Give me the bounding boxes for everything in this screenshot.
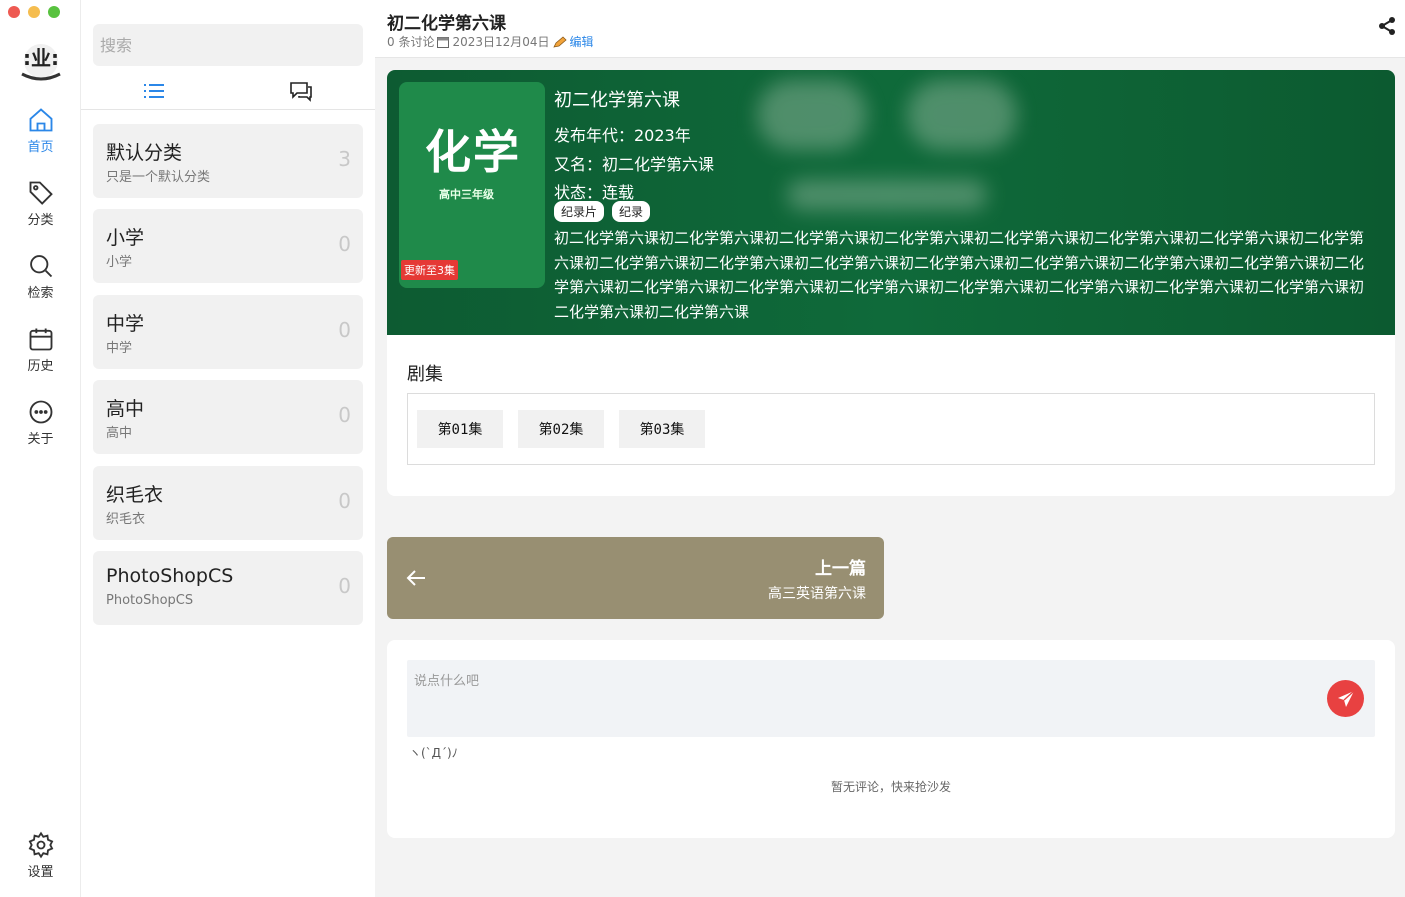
- search-icon: [29, 255, 52, 278]
- paper-plane-icon: [1337, 689, 1354, 707]
- poster-subtitle: 高中三年级: [439, 188, 494, 201]
- poster-title: 化学: [425, 125, 521, 179]
- window-controls: [8, 6, 60, 18]
- hero-backdrop-blur: [757, 80, 867, 150]
- episodes-heading: 剧集: [407, 364, 443, 385]
- synopsis: 初二化学第六课初二化学第六课初二化学第六课初二化学第六课初二化学第六课初二化学第…: [554, 229, 1365, 321]
- episode-button[interactable]: 第02集: [518, 410, 604, 448]
- nav-label-home: 首页: [27, 140, 54, 155]
- category-card[interactable]: 高中 高中 0: [93, 380, 363, 454]
- nav-label-about: 关于: [27, 432, 54, 447]
- chat-dots-icon: [29, 400, 52, 424]
- poster-image: 化学 高中三年级 更新至3集: [399, 82, 545, 288]
- nav-label-settings: 设置: [27, 865, 54, 880]
- category-name: 高中: [106, 398, 145, 420]
- episode-button[interactable]: 第01集: [417, 410, 503, 448]
- category-desc: 小学: [106, 255, 133, 270]
- tag-icon: [29, 181, 53, 205]
- update-badge: 更新至3集: [401, 260, 458, 280]
- category-desc: 高中: [106, 426, 133, 441]
- category-card[interactable]: 默认分类 只是一个默认分类 3: [93, 124, 363, 198]
- maximize-window-button[interactable]: [48, 6, 60, 18]
- episode-list: 第01集 第02集 第03集: [407, 393, 1375, 465]
- category-panel: 默认分类 只是一个默认分类 3 小学 小学 0 中学 中学 0 高中 高中 0 …: [81, 0, 375, 897]
- app-window: :业: 首页 分类 检索 历史 关于 设置 搜索 默认分类 只是一个默认分类 3…: [0, 0, 1405, 897]
- category-desc: PhotoShopCS: [106, 593, 194, 608]
- category-name: PhotoShopCS: [106, 565, 234, 587]
- category-card[interactable]: 织毛衣 织毛衣 0: [93, 466, 363, 540]
- category-desc: 织毛衣: [106, 512, 146, 527]
- emoji-picker[interactable]: ヽ(ˋДˊ)ﾉ: [409, 744, 458, 761]
- hero-banner: 化学 高中三年级 更新至3集 初二化学第六课 发布年代：2023年 又名：初二化…: [387, 70, 1395, 335]
- nav-home[interactable]: 首页: [0, 106, 81, 155]
- hero-backdrop-blur: [907, 80, 1017, 150]
- tag-badge[interactable]: 纪录: [612, 201, 651, 222]
- category-card[interactable]: PhotoShopCS PhotoShopCS 0: [93, 551, 363, 625]
- page-title: 初二化学第六课: [387, 14, 506, 34]
- detail-title: 初二化学第六课: [554, 90, 680, 111]
- category-name: 中学: [106, 313, 145, 335]
- nav-search[interactable]: 检索: [0, 252, 81, 301]
- detail-card: 化学 高中三年级 更新至3集 初二化学第六课 发布年代：2023年 又名：初二化…: [387, 70, 1395, 496]
- category-desc: 只是一个默认分类: [106, 170, 211, 185]
- send-comment-button[interactable]: [1327, 680, 1364, 717]
- detail-year: 发布年代：2023年: [554, 126, 691, 145]
- nav-about[interactable]: 关于: [0, 398, 81, 447]
- category-name: 织毛衣: [106, 484, 164, 506]
- category-card[interactable]: 小学 小学 0: [93, 209, 363, 283]
- comment-input[interactable]: [407, 660, 1375, 737]
- header: 初二化学第六课 0 条讨论 2023日12月04日 编辑: [375, 0, 1405, 58]
- tab-list[interactable]: [134, 76, 174, 106]
- svg-text::业:: :业:: [23, 46, 59, 70]
- previous-title: 高三英语第六课: [768, 586, 866, 602]
- gear-icon: [28, 831, 53, 859]
- category-count: 0: [338, 318, 351, 342]
- calendar-icon: [29, 328, 52, 351]
- category-card[interactable]: 中学 中学 0: [93, 295, 363, 369]
- category-desc: 中学: [106, 341, 133, 356]
- main-content: 初二化学第六课 0 条讨论 2023日12月04日 编辑 化学 高中三年级 更新…: [375, 0, 1405, 897]
- comments-icon: [290, 82, 312, 102]
- share-icon[interactable]: [1377, 16, 1397, 36]
- detail-status: 状态：连载: [554, 183, 635, 202]
- nav-settings[interactable]: 设置: [0, 831, 81, 880]
- search-input[interactable]: [93, 24, 363, 66]
- pencil-icon: [552, 35, 567, 48]
- nav-label-history: 历史: [27, 359, 54, 374]
- category-count: 0: [338, 489, 351, 513]
- tab-comments[interactable]: [281, 76, 321, 106]
- category-count: 3: [338, 147, 351, 171]
- comment-section: ヽ(ˋДˊ)ﾉ 暂无评论，快来抢沙发: [387, 640, 1395, 838]
- minimize-window-button[interactable]: [28, 6, 40, 18]
- episode-button[interactable]: 第03集: [619, 410, 705, 448]
- category-count: 0: [338, 403, 351, 427]
- hero-backdrop-blur: [787, 180, 987, 210]
- edit-link[interactable]: 编辑: [570, 33, 594, 50]
- category-name: 默认分类: [106, 142, 183, 164]
- nav-label-search: 检索: [27, 286, 54, 301]
- view-tabs: [81, 72, 375, 110]
- detail-alias: 又名：初二化学第六课: [554, 155, 715, 174]
- nav-label-category: 分类: [27, 213, 54, 228]
- calendar-icon: [437, 36, 450, 48]
- category-name: 小学: [106, 227, 145, 249]
- tag-list: 纪录片 纪录: [554, 201, 651, 222]
- close-window-button[interactable]: [8, 6, 20, 18]
- discussion-count: 0 条讨论: [387, 35, 435, 49]
- app-logo: :业:: [21, 44, 61, 81]
- empty-comments-text: 暂无评论，快来抢沙发: [830, 780, 951, 794]
- home-icon: [29, 108, 52, 132]
- publish-date: 2023日12月04日: [452, 35, 550, 49]
- page-meta: 0 条讨论 2023日12月04日 编辑: [387, 33, 594, 50]
- previous-post-button[interactable]: 上一篇 高三英语第六课: [387, 537, 884, 619]
- nav-category[interactable]: 分类: [0, 179, 81, 228]
- list-icon: [144, 84, 164, 98]
- nav-rail: :业: 首页 分类 检索 历史 关于 设置: [0, 0, 81, 897]
- arrow-left-icon: [406, 570, 425, 586]
- category-count: 0: [338, 232, 351, 256]
- category-count: 0: [338, 574, 351, 598]
- previous-label: 上一篇: [815, 559, 866, 579]
- tag-badge[interactable]: 纪录片: [554, 201, 605, 222]
- nav-history[interactable]: 历史: [0, 325, 81, 374]
